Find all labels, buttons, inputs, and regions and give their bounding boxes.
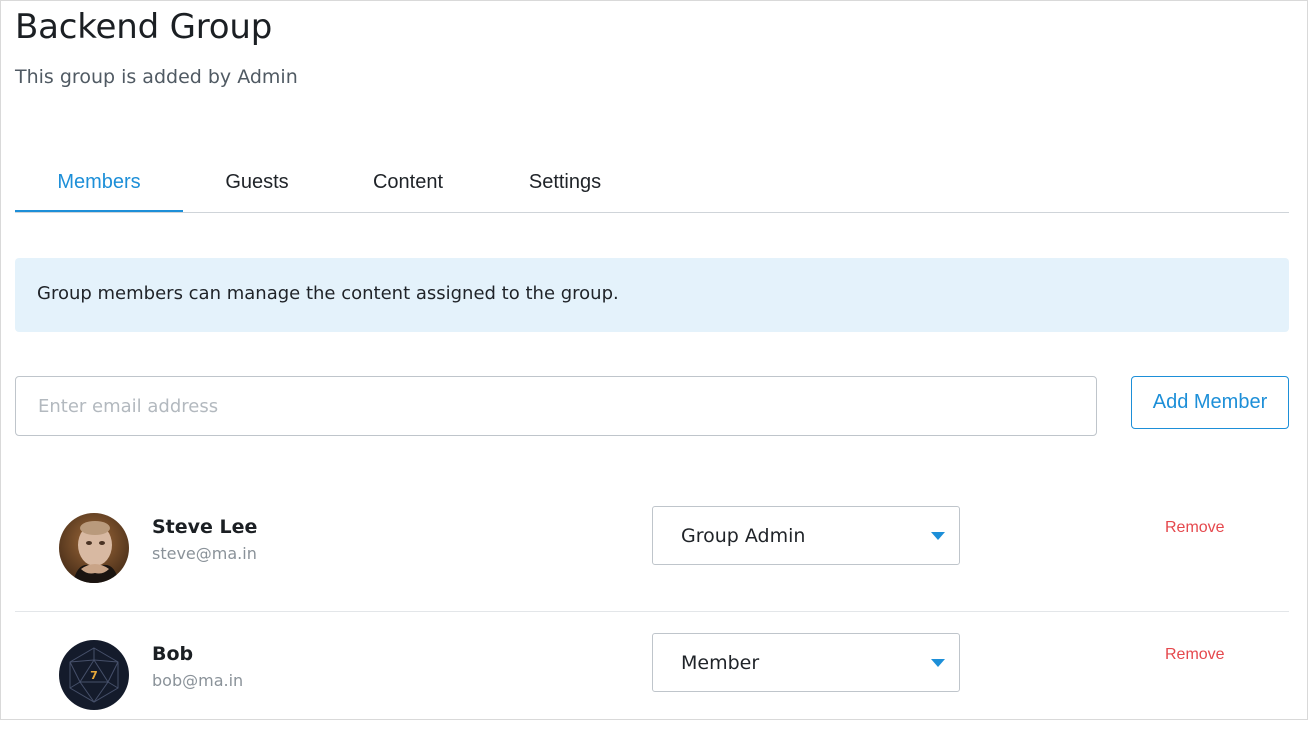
info-banner-text: Group members can manage the content ass… [37, 283, 619, 304]
remove-link[interactable]: Remove [1165, 519, 1225, 537]
info-banner: Group members can manage the content ass… [15, 258, 1289, 332]
email-input[interactable] [15, 376, 1097, 436]
page-subtitle: This group is added by Admin [15, 66, 298, 88]
page-title: Backend Group [15, 7, 273, 47]
member-name: Steve Lee [152, 516, 258, 538]
caret-down-icon [931, 532, 945, 540]
remove-link[interactable]: Remove [1165, 646, 1225, 664]
avatar [59, 513, 129, 583]
role-select-value: Member [681, 652, 760, 674]
tab-bar: Members Guests Content Settings [15, 161, 1289, 213]
svg-text:7: 7 [90, 669, 98, 682]
role-select[interactable]: Member [652, 633, 960, 692]
member-row: Steve Lee steve@ma.in Group Admin Remove [15, 484, 1289, 612]
role-select-value: Group Admin [681, 525, 806, 547]
member-email: bob@ma.in [152, 671, 244, 690]
role-select[interactable]: Group Admin [652, 506, 960, 565]
add-member-button[interactable]: Add Member [1131, 376, 1289, 429]
member-email: steve@ma.in [152, 544, 257, 563]
member-name: Bob [152, 643, 194, 665]
member-row: 7 Bob bob@ma.in Member Remove [15, 611, 1289, 738]
tab-content[interactable]: Content [355, 161, 461, 212]
tab-settings[interactable]: Settings [515, 161, 615, 212]
caret-down-icon [931, 659, 945, 667]
d20-dice-avatar: 7 [59, 640, 129, 710]
tab-members[interactable]: Members [15, 161, 183, 212]
tab-guests[interactable]: Guests [205, 161, 309, 212]
